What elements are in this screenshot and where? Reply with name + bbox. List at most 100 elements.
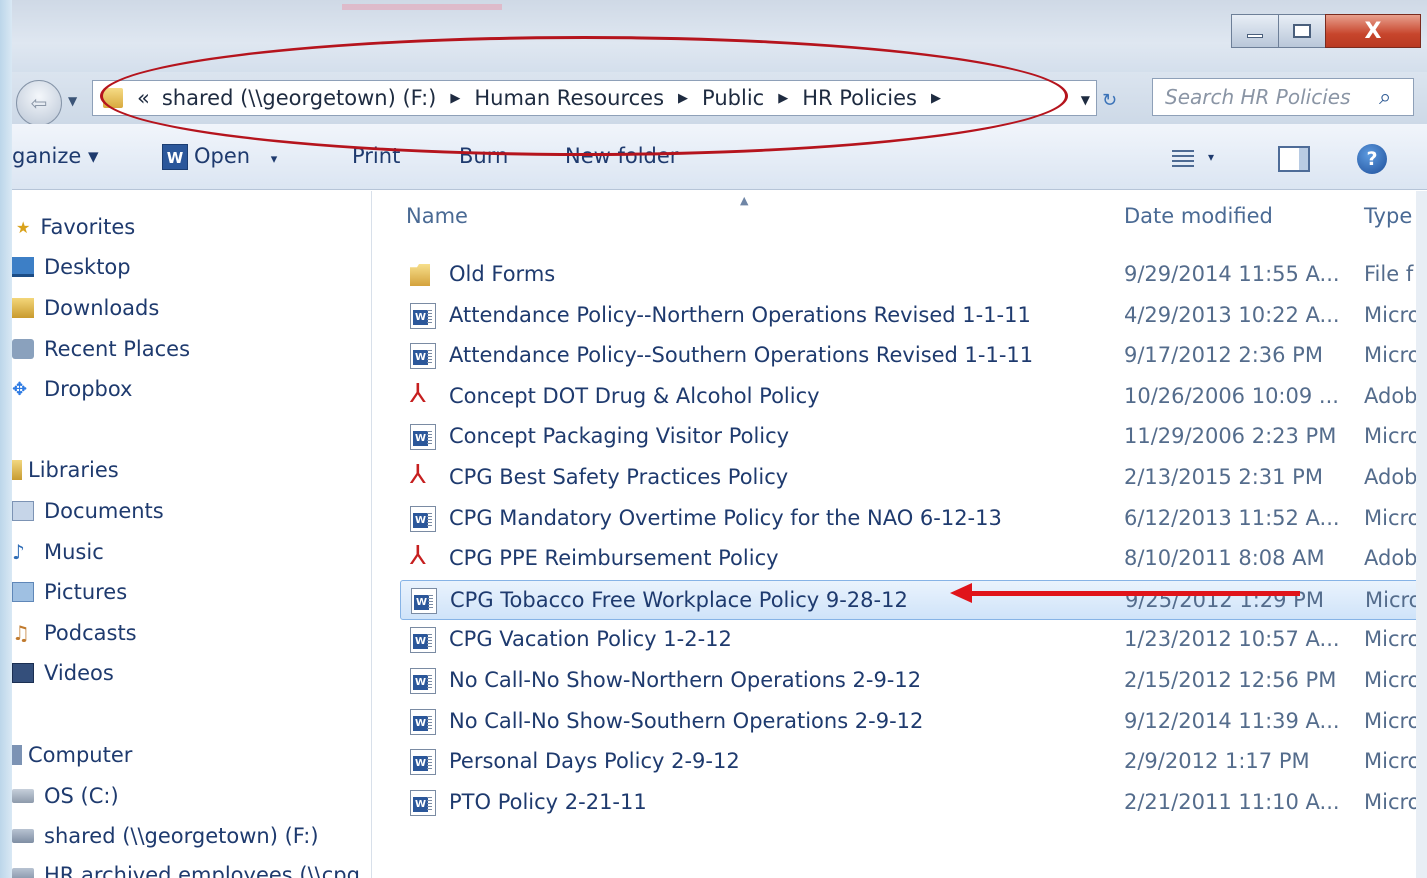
nav-videos[interactable]: Videos: [12, 661, 114, 685]
view-options-dropdown-icon[interactable]: ▾: [1208, 150, 1214, 164]
file-date-modified: 1/23/2012 10:57 A...: [1124, 627, 1340, 652]
window-right-edge: [1416, 191, 1427, 878]
close-icon: X: [1364, 18, 1382, 44]
search-icon[interactable]: ⌕: [1379, 85, 1391, 110]
nav-music[interactable]: ♪ Music: [12, 540, 104, 564]
breadcrumb-separator-icon[interactable]: ▶: [450, 91, 460, 106]
nav-hr-archived[interactable]: HR archived employees (\\cpg: [12, 863, 360, 878]
breadcrumb-separator-icon[interactable]: ▶: [931, 91, 941, 106]
back-button[interactable]: ⇦: [16, 80, 62, 126]
file-date-modified: 10/26/2006 10:09 ...: [1124, 383, 1339, 408]
nav-libraries[interactable]: Libraries: [12, 458, 119, 482]
file-date-modified: 9/17/2012 2:36 PM: [1124, 343, 1323, 368]
nav-documents[interactable]: Documents: [12, 499, 164, 523]
organize-menu[interactable]: ganize ▾: [12, 144, 99, 168]
address-row: ⇦ ▼ « shared (\\georgetown) (F:) ▶ Human…: [12, 72, 1427, 126]
word-doc-icon: [410, 302, 436, 329]
nav-computer[interactable]: Computer: [12, 743, 132, 767]
back-arrow-icon: ⇦: [30, 91, 48, 115]
refresh-icon[interactable]: ↻: [1102, 90, 1117, 111]
file-row[interactable]: CPG Vacation Policy 1-2-12 1/23/2012 10:5…: [400, 620, 1427, 660]
file-name: Personal Days Policy 2-9-12: [449, 749, 740, 774]
preview-pane-icon[interactable]: [1278, 146, 1310, 172]
column-header-name[interactable]: Name: [406, 204, 468, 228]
address-bar[interactable]: « shared (\\georgetown) (F:) ▶ Human Res…: [92, 80, 1097, 116]
new-folder-button[interactable]: New folder: [565, 144, 678, 168]
file-row[interactable]: ⅄ CPG Best Safety Practices Policy 2/13/20…: [400, 458, 1427, 498]
command-bar: ganize ▾ W Open ▾ Print Burn New folder ▾…: [12, 124, 1427, 190]
file-row[interactable]: ⅄ CPG PPE Reimbursement Policy 8/10/2011 8…: [400, 539, 1427, 579]
nav-favorites-label: Favorites: [40, 215, 136, 239]
nav-hr-archived-label: HR archived employees (\\cpg: [44, 863, 360, 878]
print-button[interactable]: Print: [352, 144, 400, 168]
search-box[interactable]: ⌕: [1152, 78, 1414, 116]
file-name: Concept DOT Drug & Alcohol Policy: [449, 383, 820, 408]
nav-podcasts[interactable]: ♫ Podcasts: [12, 621, 137, 645]
nav-os-c-label: OS (C:): [44, 784, 119, 808]
close-button[interactable]: X: [1325, 14, 1421, 48]
file-row[interactable]: No Call-No Show-Northern Operations 2-9-…: [400, 661, 1427, 701]
file-name: Old Forms: [449, 262, 556, 286]
maximize-button[interactable]: [1278, 14, 1326, 48]
word-doc-icon: [410, 789, 436, 816]
window-title-bar[interactable]: X: [12, 0, 1427, 72]
open-button[interactable]: W Open ▾: [162, 144, 277, 170]
nav-recent-places[interactable]: Recent Places: [12, 337, 190, 361]
sort-indicator-icon: ▲: [740, 194, 749, 207]
breadcrumb-overflow[interactable]: «: [137, 86, 150, 110]
help-icon[interactable]: ?: [1357, 144, 1387, 174]
file-row[interactable]: Personal Days Policy 2-9-12 2/9/2012 1:17…: [400, 742, 1427, 782]
change-view-icon[interactable]: [1172, 150, 1194, 168]
recent-pages-dropdown-icon[interactable]: ▼: [68, 94, 77, 108]
file-name: CPG PPE Reimbursement Policy: [449, 546, 779, 571]
nav-downloads[interactable]: Downloads: [12, 296, 159, 320]
file-row[interactable]: ⅄ Concept DOT Drug & Alcohol Policy 10/26/…: [400, 377, 1427, 417]
file-date-modified: 2/21/2011 11:10 A...: [1124, 789, 1340, 814]
desktop-icon: [12, 257, 34, 277]
file-row[interactable]: Attendance Policy--Northern Operations R…: [400, 296, 1427, 336]
file-name: No Call-No Show-Northern Operations 2-9-…: [449, 668, 922, 692]
nav-desktop[interactable]: Desktop: [12, 255, 131, 279]
nav-dropbox[interactable]: ✥ Dropbox: [12, 377, 132, 401]
minimize-button[interactable]: [1231, 14, 1279, 48]
nav-os-c[interactable]: OS (C:): [12, 784, 119, 808]
nav-recent-places-label: Recent Places: [44, 337, 191, 361]
nav-shared-f-label: shared (\\georgetown) (F:): [44, 824, 319, 848]
downloads-icon: [12, 298, 34, 318]
file-date-modified: 2/15/2012 12:56 PM: [1124, 668, 1337, 692]
breadcrumb-separator-icon[interactable]: ▶: [678, 91, 688, 106]
column-header-date-modified[interactable]: Date modified: [1124, 204, 1273, 228]
nav-favorites[interactable]: ★ Favorites: [16, 215, 135, 239]
file-row[interactable]: PTO Policy 2-21-112/21/2011 11:10 A...Mi…: [400, 783, 1427, 823]
nav-pictures[interactable]: Pictures: [12, 580, 127, 604]
open-dropdown-icon[interactable]: ▾: [271, 152, 278, 167]
file-row[interactable]: CPG Tobacco Free Workplace Policy 9-28-1…: [400, 579, 1427, 620]
burn-button[interactable]: Burn: [459, 144, 508, 168]
breadcrumb: « shared (\\georgetown) (F:) ▶ Human Res…: [137, 86, 955, 110]
file-row[interactable]: Concept Packaging Visitor Policy 11/29/20…: [400, 417, 1427, 457]
breadcrumb-item-hr-policies[interactable]: HR Policies: [802, 86, 917, 110]
podcasts-icon: ♫: [12, 621, 30, 645]
address-history-dropdown-icon[interactable]: ▼: [1081, 93, 1090, 107]
file-date-modified: 9/12/2014 11:39 A...: [1124, 708, 1340, 733]
file-row[interactable]: Old Forms 9/29/2014 11:55 A... File f: [400, 255, 1427, 295]
word-doc-icon: [411, 587, 437, 614]
nav-dropbox-label: Dropbox: [44, 377, 133, 401]
nav-shared-f[interactable]: shared (\\georgetown) (F:): [12, 824, 319, 848]
breadcrumb-separator-icon[interactable]: ▶: [778, 91, 788, 106]
folder-icon: [410, 264, 430, 286]
file-name: CPG Tobacco Free Workplace Policy 9-28-1…: [450, 587, 908, 612]
file-row[interactable]: Attendance Policy--Southern Operations R…: [400, 336, 1427, 376]
breadcrumb-item-shared[interactable]: shared (\\georgetown) (F:): [162, 86, 437, 110]
breadcrumb-item-human-resources[interactable]: Human Resources: [474, 86, 664, 110]
network-drive-icon: [12, 868, 34, 878]
nav-documents-label: Documents: [44, 499, 164, 523]
nav-downloads-label: Downloads: [44, 296, 160, 320]
file-row[interactable]: CPG Mandatory Overtime Policy for the NA…: [400, 499, 1427, 539]
file-row[interactable]: No Call-No Show-Southern Operations 2-9-…: [400, 702, 1427, 742]
column-header-type[interactable]: Type: [1364, 204, 1412, 228]
file-name: PTO Policy 2-21-11: [449, 789, 647, 814]
breadcrumb-item-public[interactable]: Public: [702, 86, 764, 110]
search-input[interactable]: [1165, 85, 1375, 109]
nav-desktop-label: Desktop: [44, 255, 131, 279]
